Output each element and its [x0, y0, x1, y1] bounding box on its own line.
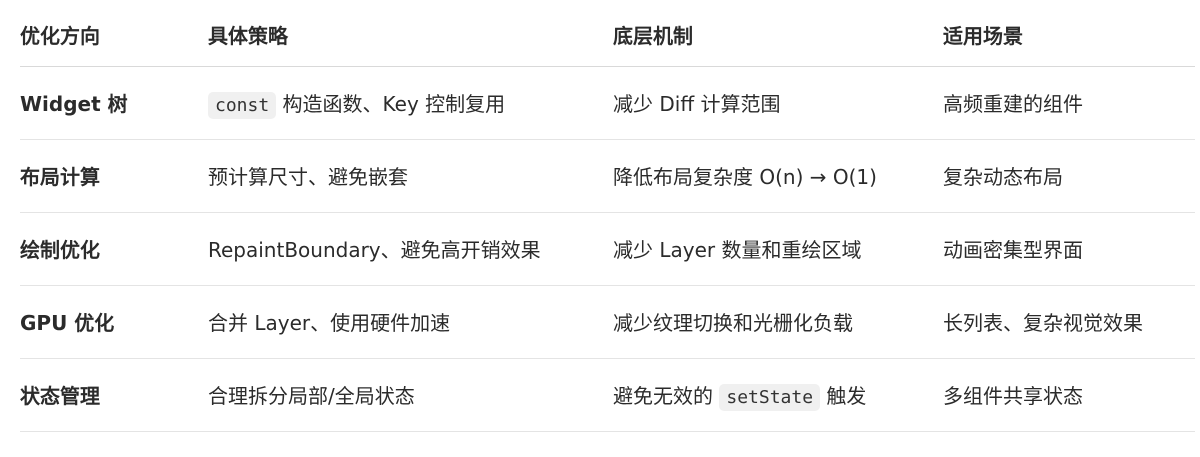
- cell-direction: 状态管理: [20, 384, 100, 408]
- header-strategy: 具体策略: [208, 0, 613, 67]
- header-direction: 优化方向: [20, 0, 208, 67]
- cell-scenario: 复杂动态布局: [943, 165, 1063, 189]
- table-body: Widget 树 const 构造函数、Key 控制复用 减少 Diff 计算范…: [20, 66, 1195, 431]
- cell-mechanism-prefix: 避免无效的: [613, 384, 720, 408]
- table-row: 绘制优化 RepaintBoundary、避免高开销效果 减少 Layer 数量…: [20, 212, 1195, 285]
- table-row: Widget 树 const 构造函数、Key 控制复用 减少 Diff 计算范…: [20, 66, 1195, 139]
- table-row: 状态管理 合理拆分局部/全局状态 避免无效的 setState 触发 多组件共享…: [20, 358, 1195, 431]
- cell-mechanism: 减少纹理切换和光栅化负载: [613, 311, 853, 335]
- cell-mechanism-suffix: 触发: [820, 384, 867, 408]
- cell-strategy-text: 构造函数、Key 控制复用: [276, 92, 506, 116]
- cell-scenario: 长列表、复杂视觉效果: [943, 311, 1143, 335]
- optimization-table: 优化方向 具体策略 底层机制 适用场景 Widget 树 const 构造函数、…: [20, 0, 1195, 432]
- table-row: GPU 优化 合并 Layer、使用硬件加速 减少纹理切换和光栅化负载 长列表、…: [20, 285, 1195, 358]
- cell-strategy: RepaintBoundary、避免高开销效果: [208, 238, 541, 262]
- cell-mechanism: 减少 Layer 数量和重绘区域: [613, 238, 862, 262]
- cell-strategy: 合并 Layer、使用硬件加速: [208, 311, 451, 335]
- cell-strategy: const 构造函数、Key 控制复用: [208, 66, 613, 139]
- cell-scenario: 多组件共享状态: [943, 384, 1083, 408]
- cell-scenario: 高频重建的组件: [943, 92, 1083, 116]
- cell-scenario: 动画密集型界面: [943, 238, 1083, 262]
- table-header: 优化方向 具体策略 底层机制 适用场景: [20, 0, 1195, 67]
- cell-mechanism: 减少 Diff 计算范围: [613, 92, 781, 116]
- header-mechanism: 底层机制: [613, 0, 943, 67]
- table-row: 布局计算 预计算尺寸、避免嵌套 降低布局复杂度 O(n) → O(1) 复杂动态…: [20, 139, 1195, 212]
- cell-direction: 布局计算: [20, 165, 100, 189]
- cell-mechanism: 降低布局复杂度 O(n) → O(1): [613, 165, 877, 189]
- header-row: 优化方向 具体策略 底层机制 适用场景: [20, 0, 1195, 67]
- cell-direction: 绘制优化: [20, 238, 100, 262]
- cell-direction: Widget 树: [20, 92, 128, 116]
- cell-mechanism: 避免无效的 setState 触发: [613, 358, 943, 431]
- header-scenario: 适用场景: [943, 0, 1195, 67]
- inline-code: setState: [719, 384, 821, 411]
- inline-code: const: [208, 92, 277, 119]
- cell-strategy: 合理拆分局部/全局状态: [208, 384, 415, 408]
- cell-direction: GPU 优化: [20, 311, 115, 335]
- optimization-table-container: 优化方向 具体策略 底层机制 适用场景 Widget 树 const 构造函数、…: [20, 0, 1195, 432]
- cell-strategy: 预计算尺寸、避免嵌套: [208, 165, 408, 189]
